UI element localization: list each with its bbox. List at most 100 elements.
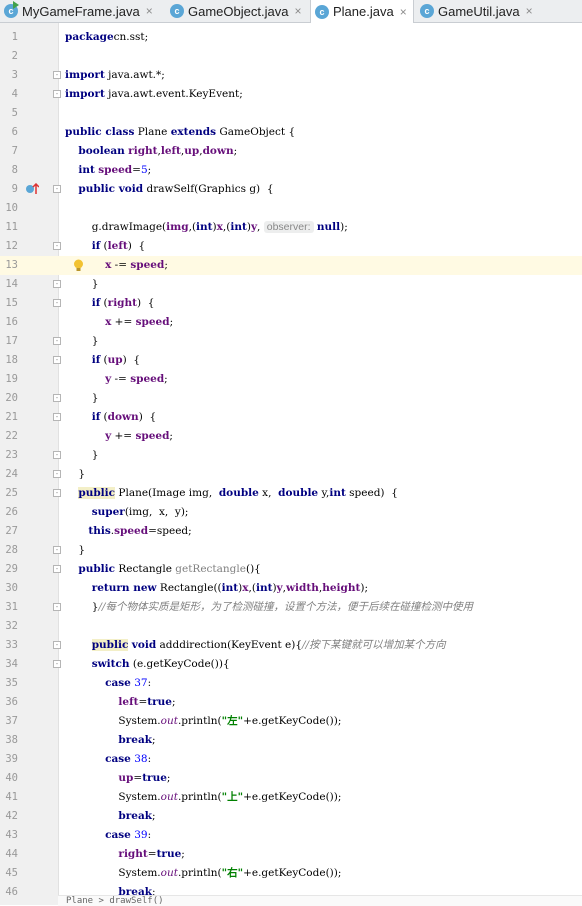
close-icon[interactable]: × (400, 5, 407, 19)
fold-marker-icon[interactable]: - (53, 565, 61, 573)
close-icon[interactable]: × (294, 4, 301, 18)
code-line[interactable]: 5 (0, 104, 582, 123)
code-token: ; (169, 316, 174, 328)
code-line[interactable]: 10 (0, 199, 582, 218)
code-line[interactable]: 3 - import java.awt.*; (0, 66, 582, 85)
code-token: ,( (188, 221, 197, 233)
code-token: .println( (177, 867, 222, 879)
code-line[interactable]: 14 - } (0, 275, 582, 294)
code-line[interactable]: 29 - public Rectangle getRectangle(){ (0, 560, 582, 579)
code-line[interactable]: 37 System.out.println("左"+e.getKeyCode()… (0, 712, 582, 731)
override-up-arrow-icon[interactable] (25, 183, 39, 195)
code-token: 38 (134, 753, 148, 765)
code-line[interactable]: 19 y -= speed; (0, 370, 582, 389)
code-text: if (up) { (65, 351, 140, 370)
code-line[interactable]: 23 - } (0, 446, 582, 465)
code-line[interactable]: 35 case 37: (0, 674, 582, 693)
code-line[interactable]: 18 - if (up) { (0, 351, 582, 370)
tab-mygameframe[interactable]: c MyGameFrame.java × (0, 0, 162, 22)
code-token: left (107, 240, 128, 252)
code-line[interactable]: 41 System.out.println("上"+e.getKeyCode()… (0, 788, 582, 807)
code-token: System. (65, 791, 161, 803)
tab-plane[interactable]: c Plane.java × (310, 0, 414, 23)
fold-marker-icon[interactable]: - (53, 71, 61, 79)
fold-marker-icon[interactable]: - (53, 185, 61, 193)
code-token: } (65, 278, 99, 290)
code-text: super(img, x, y); (65, 503, 189, 522)
code-token: = (132, 164, 141, 176)
code-line[interactable]: 43 case 39: (0, 826, 582, 845)
code-line[interactable]: 11 g.drawImage(img,(int)x,(int)y, observ… (0, 218, 582, 237)
code-line[interactable]: 31 - }//每个物体实质是矩形，为了检测碰撞，设置个方法，便于后续在碰撞检测中… (0, 598, 582, 617)
fold-marker-icon[interactable]: - (53, 280, 61, 288)
fold-marker-icon[interactable]: - (53, 603, 61, 611)
code-token: super (91, 506, 125, 518)
code-line[interactable]: 21 - if (down) { (0, 408, 582, 427)
code-line[interactable]: 1 packagecn.sst; (0, 28, 582, 47)
line-number: 9 (11, 183, 18, 195)
fold-marker-icon[interactable]: - (53, 413, 61, 421)
code-line[interactable]: 42 break; (0, 807, 582, 826)
line-number: 34 (5, 658, 18, 670)
code-line[interactable]: 34 - switch (e.getKeyCode()){ (0, 655, 582, 674)
line-number: 25 (5, 487, 18, 499)
code-line[interactable]: 24 - } (0, 465, 582, 484)
code-line[interactable]: 26 super(img, x, y); (0, 503, 582, 522)
fold-marker-icon[interactable]: - (53, 299, 61, 307)
line-number: 1 (11, 31, 18, 43)
code-token: public (78, 487, 116, 499)
fold-marker-icon[interactable]: - (53, 337, 61, 345)
code-token: ) { (138, 411, 157, 423)
code-line[interactable]: 20 - } (0, 389, 582, 408)
tab-gameutil[interactable]: c GameUtil.java × (416, 0, 540, 22)
code-line[interactable]: 13 x -= speed; (0, 256, 582, 275)
code-token: Rectangle(( (156, 582, 222, 594)
fold-marker-icon[interactable]: - (53, 394, 61, 402)
code-token: case (105, 753, 131, 765)
fold-marker-icon[interactable]: - (53, 546, 61, 554)
code-line[interactable]: 7 boolean right,left,up,down; (0, 142, 582, 161)
tab-label: MyGameFrame.java (22, 3, 140, 19)
breadcrumb[interactable]: Plane > drawSelf() (58, 895, 582, 906)
code-line[interactable]: 6 public class Plane extends GameObject { (0, 123, 582, 142)
code-line[interactable]: 44 right=true; (0, 845, 582, 864)
code-line[interactable]: 45 System.out.println("右"+e.getKeyCode()… (0, 864, 582, 883)
fold-marker-icon[interactable]: - (53, 660, 61, 668)
code-line[interactable]: 32 (0, 617, 582, 636)
code-line[interactable]: 39 case 38: (0, 750, 582, 769)
code-token: } (65, 544, 86, 556)
code-token: ) { (127, 240, 146, 252)
code-line[interactable]: 33 - public void adddirection(KeyEvent e)… (0, 636, 582, 655)
code-line[interactable]: 12 - if (left) { (0, 237, 582, 256)
close-icon[interactable]: × (146, 4, 153, 18)
code-line[interactable]: 38 break; (0, 731, 582, 750)
code-line[interactable]: 16 x += speed; (0, 313, 582, 332)
code-line[interactable]: 25 - public Plane(Image img, double x, do… (0, 484, 582, 503)
code-text: x -= speed; (65, 256, 168, 275)
code-line[interactable]: 4 - import java.awt.event.KeyEvent; (0, 85, 582, 104)
code-line[interactable]: 17 - } (0, 332, 582, 351)
fold-marker-icon[interactable]: - (53, 356, 61, 364)
close-icon[interactable]: × (526, 4, 533, 18)
fold-marker-icon[interactable]: - (53, 641, 61, 649)
code-text: } (65, 541, 85, 560)
fold-marker-icon[interactable]: - (53, 242, 61, 250)
code-line[interactable]: 9 - public void drawSelf(Graphics g) { (0, 180, 582, 199)
code-token: public class (65, 126, 135, 138)
code-line[interactable]: 30 return new Rectangle((int)x,(int)y,wi… (0, 579, 582, 598)
fold-marker-icon[interactable]: - (53, 470, 61, 478)
code-line[interactable]: 28 - } (0, 541, 582, 560)
fold-marker-icon[interactable]: - (53, 90, 61, 98)
tab-gameobject[interactable]: c GameObject.java × (166, 0, 308, 22)
code-line[interactable]: 2 (0, 47, 582, 66)
code-line[interactable]: 8 int speed=5; (0, 161, 582, 180)
code-line[interactable]: 36 left=true; (0, 693, 582, 712)
fold-marker-icon[interactable]: - (53, 489, 61, 497)
code-line[interactable]: 15 - if (right) { (0, 294, 582, 313)
code-line[interactable]: 22 y += speed; (0, 427, 582, 446)
fold-marker-icon[interactable]: - (53, 451, 61, 459)
code-line[interactable]: 40 up=true; (0, 769, 582, 788)
code-editor[interactable]: 1 packagecn.sst; 2 3- import java.awt.*; 4- im… (0, 23, 582, 905)
code-line[interactable]: 27 this.speed=speed; (0, 522, 582, 541)
